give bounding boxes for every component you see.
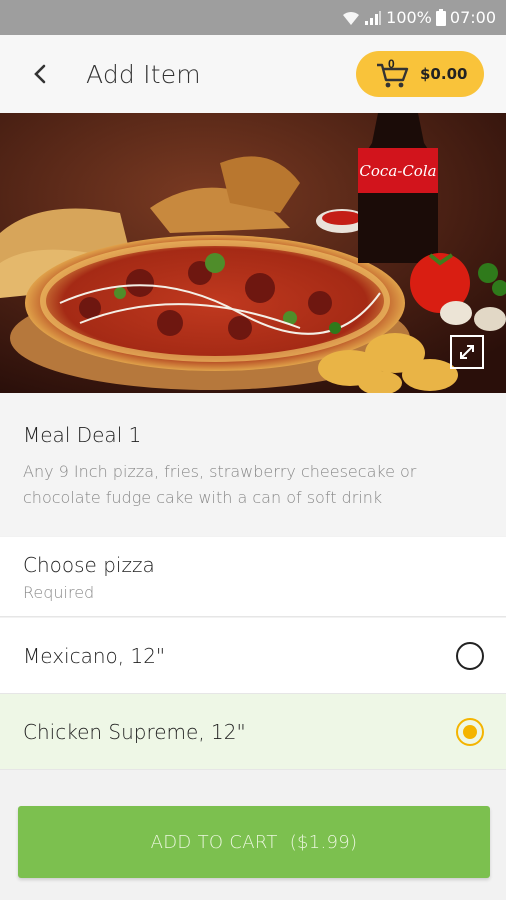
radio-selected-icon[interactable]	[456, 717, 484, 746]
option-chicken-supreme[interactable]: Chicken Supreme, 12"	[0, 694, 506, 770]
clock: 07:00	[449, 8, 496, 27]
page-title: Add Item	[86, 59, 201, 89]
status-bar: 100% 07:00	[0, 0, 506, 35]
back-button[interactable]	[20, 54, 60, 94]
cart-count-badge: 0	[388, 57, 395, 71]
signal-icon	[364, 10, 382, 26]
item-image: Coca-Cola	[0, 113, 506, 393]
add-to-cart-label: ADD TO CART	[150, 831, 278, 853]
wifi-icon	[342, 10, 360, 26]
item-info: Meal Deal 1 Any 9 Inch pizza, fries, str…	[0, 393, 506, 536]
choice-group-title: Choose pizza	[23, 553, 155, 577]
radio-unselected-icon[interactable]	[456, 641, 484, 670]
item-description: Any 9 Inch pizza, fries, strawberry chee…	[23, 462, 417, 507]
cart-total: $0.00	[420, 65, 468, 83]
battery-percent: 100%	[386, 8, 432, 27]
option-mexicano[interactable]: Mexicano, 12"	[0, 618, 506, 694]
expand-icon	[460, 345, 474, 359]
choice-group-header: Choose pizza Required	[0, 537, 506, 617]
choice-group-required: Required	[23, 583, 95, 602]
cart-button[interactable]: 0 $0.00	[356, 51, 484, 97]
add-to-cart-price: ($1.99)	[289, 831, 358, 853]
bottle-label: Coca-Cola	[359, 162, 436, 180]
expand-image-button[interactable]	[450, 335, 484, 369]
option-label: Chicken Supreme, 12"	[23, 719, 246, 744]
add-to-cart-button[interactable]: ADD TO CART ($1.99)	[18, 806, 490, 878]
meal-photo: Coca-Cola	[0, 113, 506, 393]
option-label: Mexicano, 12"	[23, 643, 166, 668]
app-bar: Add Item 0 $0.00	[0, 35, 506, 113]
battery-icon	[435, 9, 446, 26]
item-name: Meal Deal 1	[23, 423, 142, 447]
back-arrow-icon	[34, 64, 46, 84]
